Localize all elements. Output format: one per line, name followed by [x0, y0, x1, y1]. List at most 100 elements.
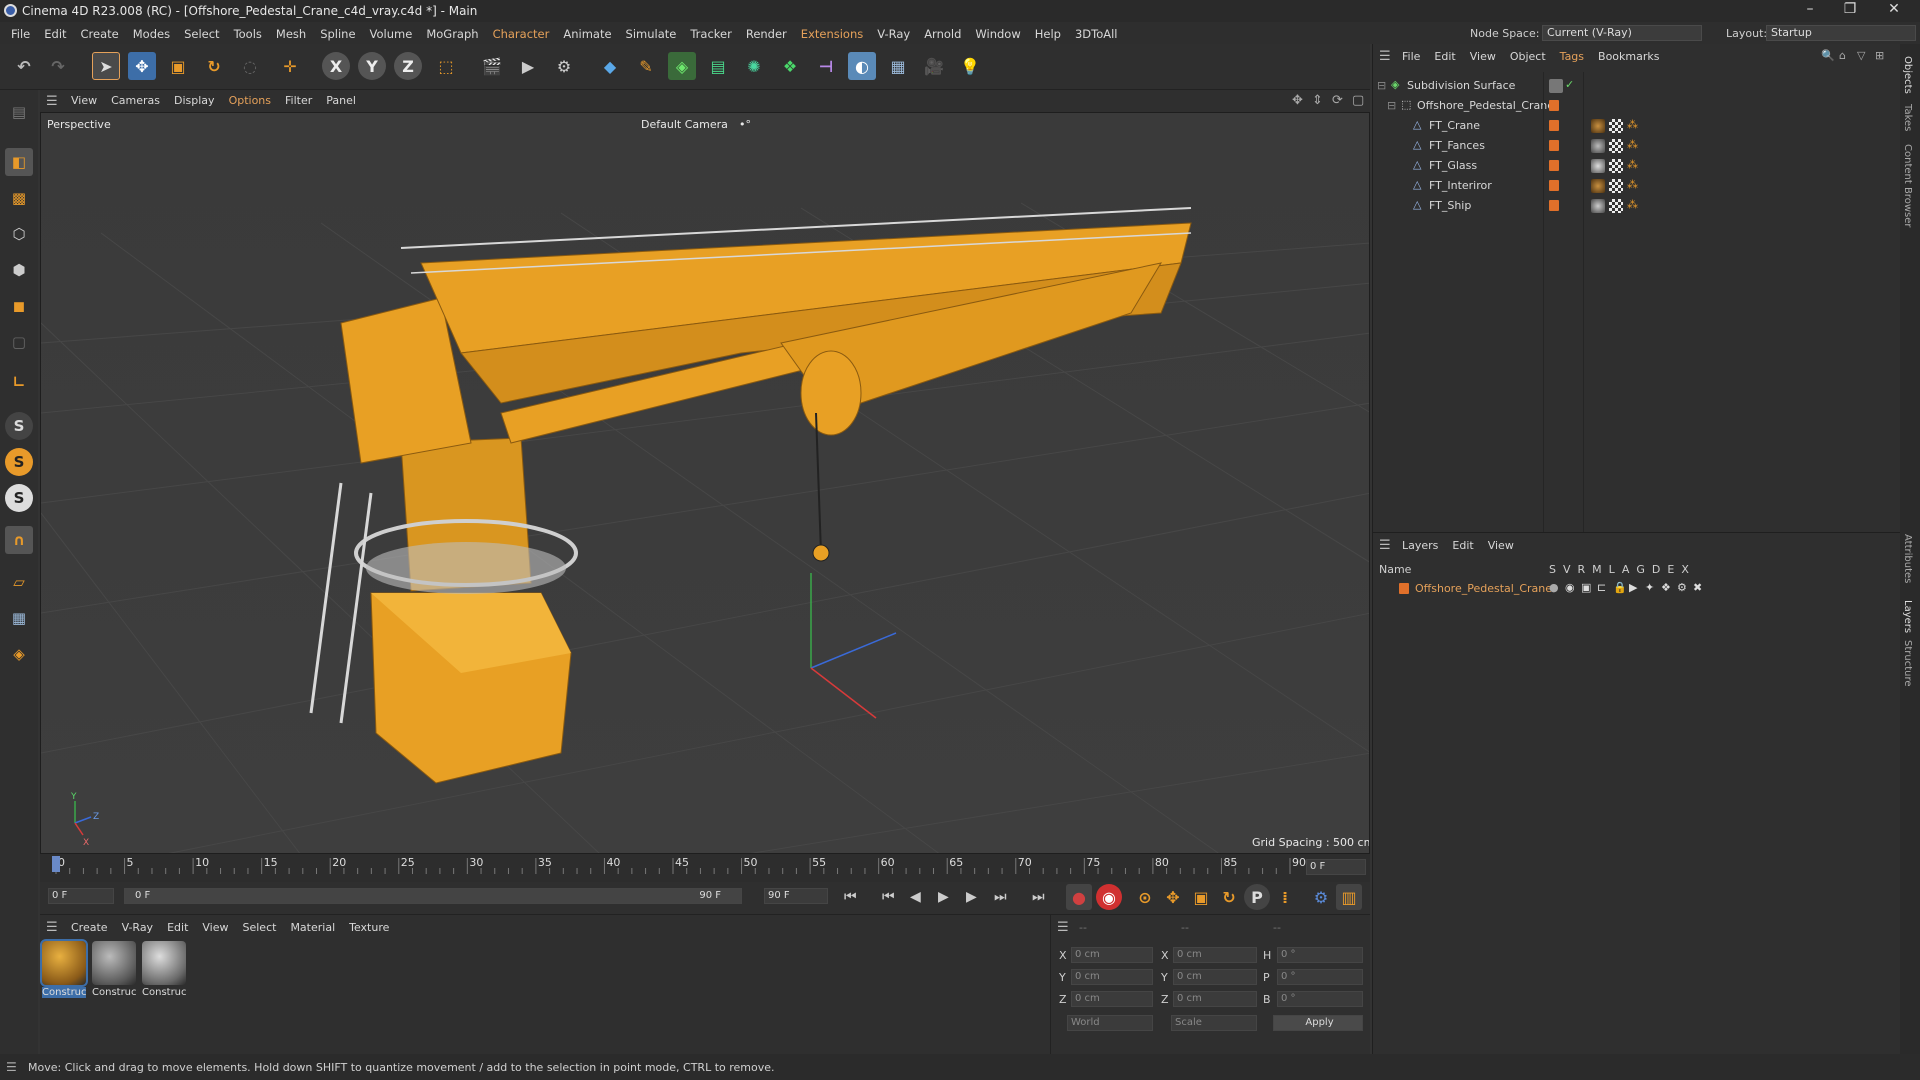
workplane-snap-icon[interactable]: S	[5, 484, 33, 512]
recent-tool-icon[interactable]: ◌	[236, 52, 264, 80]
coord-space-dropdown[interactable]: World	[1067, 1015, 1153, 1031]
pos-y-field[interactable]: 0 cm	[1071, 969, 1153, 985]
key-scale-icon[interactable]: ▣	[1188, 884, 1214, 910]
apply-button[interactable]: Apply	[1273, 1015, 1363, 1031]
material-hamburger-icon[interactable]: ☰	[46, 920, 58, 935]
new-window-icon[interactable]: ⊞	[1875, 49, 1884, 62]
texture-mode-icon[interactable]: ▩	[5, 184, 33, 212]
home-icon[interactable]: ⌂	[1839, 49, 1846, 62]
menu-select[interactable]: Select	[177, 27, 226, 41]
menu-mesh[interactable]: Mesh	[269, 27, 313, 41]
maximize-view-icon[interactable]: ▢	[1352, 93, 1364, 108]
selection-tag-icon[interactable]: ⁂	[1627, 138, 1638, 151]
animation-icon[interactable]: ▶	[1629, 581, 1637, 594]
scale-tool-icon[interactable]: ▣	[164, 52, 192, 80]
selection-tag-icon[interactable]: ⁂	[1627, 178, 1638, 191]
status-hamburger-icon[interactable]: ☰	[6, 1060, 17, 1074]
tab-attributes[interactable]: Attributes	[1902, 534, 1913, 583]
xref-icon[interactable]: ✖	[1693, 581, 1702, 594]
layer-menu-layers[interactable]: Layers	[1395, 539, 1445, 552]
menu-3dtoall[interactable]: 3DToAll	[1068, 27, 1125, 41]
rot-h-field[interactable]: 0 °	[1277, 947, 1363, 963]
keyframe-selection-icon[interactable]: ⊙	[1132, 884, 1158, 910]
menu-window[interactable]: Window	[968, 27, 1027, 41]
node-space-dropdown[interactable]: Current (V-Ray)	[1542, 25, 1702, 41]
scene-icon[interactable]: ◐	[848, 52, 876, 80]
size-x-field[interactable]: 0 cm	[1173, 947, 1257, 963]
menu-volume[interactable]: Volume	[363, 27, 420, 41]
object-name[interactable]: FT_Glass	[1429, 159, 1477, 172]
lock-icon[interactable]: 🔒	[1613, 581, 1627, 594]
redo-icon[interactable]: ↷	[44, 52, 72, 80]
spline-pen-icon[interactable]: ✎	[632, 52, 660, 80]
layers-hamburger-icon[interactable]: ☰	[1379, 538, 1391, 553]
rot-b-field[interactable]: 0 °	[1277, 991, 1363, 1007]
generators-icon[interactable]: ✦	[1645, 581, 1654, 594]
rotate-view-icon[interactable]: ⟳	[1332, 93, 1343, 108]
tab-takes[interactable]: Takes	[1902, 104, 1913, 131]
object-row[interactable]: △ FT_Glass ⁂	[1373, 156, 1901, 176]
x-axis-icon[interactable]: X	[322, 52, 350, 80]
3d-viewport[interactable]: Perspective Default Camera •° Grid Spaci…	[40, 112, 1370, 854]
deformers-icon[interactable]: ❖	[1661, 581, 1671, 594]
material-tag-icon[interactable]	[1591, 199, 1605, 213]
menu-vray[interactable]: V-Ray	[870, 27, 917, 41]
enabled-check-icon[interactable]: ✓	[1565, 78, 1574, 91]
object-name[interactable]: FT_Interiror	[1429, 179, 1492, 192]
tab-structure[interactable]: Structure	[1902, 640, 1913, 687]
grid-icon[interactable]: ▦	[5, 604, 33, 632]
obj-menu-file[interactable]: File	[1395, 50, 1427, 63]
menu-edit[interactable]: Edit	[37, 27, 73, 41]
selection-tag-icon[interactable]: ⁂	[1627, 158, 1638, 171]
go-to-start-icon[interactable]: ⏮	[844, 889, 857, 905]
tab-layers[interactable]: Layers	[1902, 600, 1913, 633]
coordinate-system-icon[interactable]: ⬚	[432, 52, 460, 80]
point-mode-icon[interactable]: ⬡	[5, 220, 33, 248]
mat-menu-select[interactable]: Select	[236, 921, 284, 934]
mat-menu-material[interactable]: Material	[283, 921, 342, 934]
object-row[interactable]: △ FT_Ship ⁂	[1373, 196, 1901, 216]
next-key-icon[interactable]: ⏭	[994, 889, 1007, 905]
layout-dropdown[interactable]: Startup	[1766, 25, 1916, 41]
obj-menu-tags[interactable]: Tags	[1553, 50, 1591, 63]
cube-icon[interactable]: ◆	[596, 52, 624, 80]
y-axis-icon[interactable]: Y	[358, 52, 386, 80]
render-view-icon[interactable]: 🎬	[478, 52, 506, 80]
manager-icon[interactable]: ⊏	[1597, 581, 1606, 594]
record-keys-icon[interactable]: ●	[1066, 884, 1092, 910]
auto-key-icon[interactable]: ◉	[1096, 884, 1122, 910]
menu-animate[interactable]: Animate	[556, 27, 618, 41]
menu-mograph[interactable]: MoGraph	[419, 27, 485, 41]
layer-color-swatch[interactable]	[1549, 120, 1559, 131]
pan-view-icon[interactable]: ✥	[1292, 93, 1303, 108]
select-tool-icon[interactable]: ➤	[92, 52, 120, 80]
rot-p-field[interactable]: 0 °	[1277, 969, 1363, 985]
mat-menu-vray[interactable]: V-Ray	[115, 921, 161, 934]
layer-menu-edit[interactable]: Edit	[1445, 539, 1480, 552]
pos-x-field[interactable]: 0 cm	[1071, 947, 1153, 963]
subdivision-icon[interactable]: ◈	[668, 52, 696, 80]
layer-color-swatch[interactable]	[1549, 160, 1559, 171]
search-icon[interactable]: 🔍	[1821, 49, 1835, 62]
menu-simulate[interactable]: Simulate	[619, 27, 684, 41]
hamburger-icon[interactable]: ☰	[46, 94, 58, 109]
object-row[interactable]: △ FT_Crane ⁂	[1373, 116, 1901, 136]
move-tool-icon[interactable]: ✥	[128, 52, 156, 80]
edit-check-icon[interactable]	[1549, 79, 1563, 93]
playhead[interactable]	[52, 856, 60, 872]
layer-row[interactable]: Offshore_Pedestal_Crane ● ◉ ▣ ⊏ 🔒 ▶ ✦ ❖ …	[1373, 579, 1901, 599]
object-name[interactable]: Offshore_Pedestal_Crane	[1417, 99, 1554, 112]
menu-extensions[interactable]: Extensions	[794, 27, 870, 41]
size-z-field[interactable]: 0 cm	[1173, 991, 1257, 1007]
polygon-mode-icon[interactable]: ◼	[5, 292, 33, 320]
deformer-icon[interactable]: ❖	[776, 52, 804, 80]
material-swatch[interactable]	[40, 939, 88, 987]
max-frame-field[interactable]: 90 F	[764, 888, 828, 904]
obj-menu-bookmarks[interactable]: Bookmarks	[1591, 50, 1666, 63]
lock-workplane-icon[interactable]: ◈	[5, 640, 33, 668]
uvw-tag-icon[interactable]	[1609, 179, 1623, 193]
menu-arnold[interactable]: Arnold	[917, 27, 968, 41]
object-name[interactable]: FT_Ship	[1429, 199, 1471, 212]
material-tag-icon[interactable]	[1591, 139, 1605, 153]
collapse-icon[interactable]: ⊟	[1377, 79, 1386, 92]
